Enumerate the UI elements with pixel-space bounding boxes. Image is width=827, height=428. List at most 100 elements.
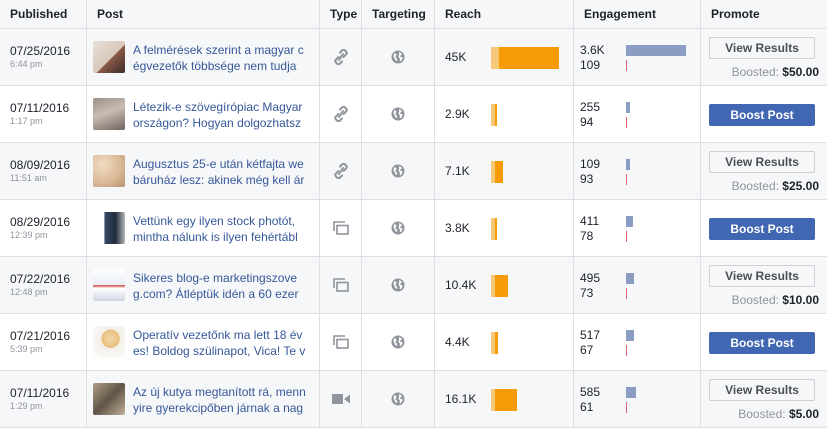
globe-icon[interactable]	[362, 257, 434, 313]
engagement-reactions: 109	[580, 58, 601, 72]
reach-bar[interactable]	[491, 389, 517, 411]
table-row[interactable]: 07/11/2016 1:17 pm Létezik-e szövegírópiac…	[0, 86, 827, 143]
engagement-bar-secondary	[626, 231, 627, 242]
promote-cell: View Results Boosted: $25.00	[701, 143, 827, 199]
reach-bar[interactable]	[491, 218, 497, 240]
reach-bar[interactable]	[491, 332, 498, 354]
published-date: 07/25/2016	[10, 44, 71, 58]
globe-icon[interactable]	[362, 143, 434, 199]
boosted-value: $50.00	[782, 65, 819, 79]
header-promote[interactable]: Promote	[701, 0, 827, 29]
engagement-bar[interactable]	[626, 102, 630, 113]
globe-icon[interactable]	[362, 86, 434, 142]
globe-icon[interactable]	[362, 371, 434, 427]
post-text-line-2[interactable]: báruház lesz: akinek még kell ár	[133, 172, 313, 188]
reach-bar-paid	[499, 47, 559, 69]
reach-cell: 45K	[435, 29, 574, 85]
globe-icon[interactable]	[362, 314, 434, 370]
post-link[interactable]: Létezik-e szövegírópiac Magyar országon? …	[133, 99, 313, 131]
header-post[interactable]: Post	[87, 0, 320, 29]
published-time: 5:39 pm	[10, 344, 43, 354]
post-link[interactable]: Az új kutya megtanított rá, menn yire gye…	[133, 384, 313, 416]
reach-bar[interactable]	[491, 161, 503, 183]
header-reach[interactable]: Reach	[435, 0, 574, 29]
post-link[interactable]: Augusztus 25-e után kétfajta we báruház l…	[133, 156, 313, 188]
post-text-line-2[interactable]: országon? Hogyan dolgozhatsz	[133, 115, 313, 131]
engagement-reactions: 93	[580, 172, 594, 186]
engagement-cell: 109 93	[574, 143, 701, 199]
post-thumbnail[interactable]	[93, 41, 125, 73]
post-text-line-1[interactable]: Az új kutya megtanított rá, menn	[133, 384, 313, 400]
post-link[interactable]: Vettünk egy ilyen stock photót, mintha ná…	[133, 213, 313, 245]
post-text-line-2[interactable]: yire gyerekcipőben járnak a nag	[133, 400, 313, 416]
table-row[interactable]: 07/21/2016 5:39 pm Operatív vezetőnk ma le…	[0, 314, 827, 371]
reach-bar-paid	[495, 389, 517, 411]
header-engagement[interactable]: Engagement	[574, 0, 701, 29]
post-cell: Sikeres blog-e marketingszove g.com? Átlé…	[87, 257, 320, 313]
globe-icon[interactable]	[362, 29, 434, 85]
post-link[interactable]: Sikeres blog-e marketingszove g.com? Átlé…	[133, 270, 313, 302]
boost-post-button[interactable]: Boost Post	[709, 218, 815, 240]
table-row[interactable]: 08/09/2016 11:51 am Augusztus 25-e után ké…	[0, 143, 827, 200]
view-results-button[interactable]: View Results	[709, 37, 815, 59]
post-cell: Operatív vezetőnk ma lett 18 év es! Boldo…	[87, 314, 320, 370]
post-text-line-1[interactable]: Augusztus 25-e után kétfajta we	[133, 156, 313, 172]
header-targeting[interactable]: Targeting	[362, 0, 435, 29]
table-row[interactable]: 07/22/2016 12:48 pm Sikeres blog-e marketi…	[0, 257, 827, 314]
post-text-line-1[interactable]: Létezik-e szövegírópiac Magyar	[133, 99, 313, 115]
post-thumbnail[interactable]	[93, 212, 125, 244]
type-cell	[320, 29, 362, 85]
engagement-bar[interactable]	[626, 330, 634, 341]
post-text-line-2[interactable]: g.com? Átléptük idén a 60 ezer	[133, 286, 313, 302]
post-text-line-2[interactable]: égvezetők többsége nem tudja	[133, 58, 313, 74]
reach-cell: 10.4K	[435, 257, 574, 313]
type-cell	[320, 257, 362, 313]
reach-bar[interactable]	[491, 275, 508, 297]
engagement-cell: 585 61	[574, 371, 701, 427]
post-link[interactable]: Operatív vezetőnk ma lett 18 év es! Boldo…	[133, 327, 313, 359]
engagement-bar[interactable]	[626, 273, 634, 284]
published-time: 12:48 pm	[10, 287, 48, 297]
engagement-bar[interactable]	[626, 216, 633, 227]
table-row[interactable]: 07/25/2016 6:44 pm A felmérések szerint a …	[0, 29, 827, 86]
header-published[interactable]: Published	[0, 0, 87, 29]
published-date: 07/21/2016	[10, 329, 71, 343]
post-text-line-1[interactable]: Operatív vezetőnk ma lett 18 év	[133, 327, 313, 343]
engagement-bar[interactable]	[626, 387, 636, 398]
boost-post-button[interactable]: Boost Post	[709, 332, 815, 354]
reach-bar[interactable]	[491, 104, 497, 126]
post-text-line-1[interactable]: A felmérések szerint a magyar c	[133, 42, 313, 58]
engagement-cell: 3.6K 109	[574, 29, 701, 85]
post-thumbnail[interactable]	[93, 326, 125, 358]
header-type[interactable]: Type	[320, 0, 362, 29]
photo-album-icon	[320, 257, 361, 313]
post-link[interactable]: A felmérések szerint a magyar c égvezetők…	[133, 42, 313, 74]
post-text-line-1[interactable]: Sikeres blog-e marketingszove	[133, 270, 313, 286]
globe-icon[interactable]	[362, 200, 434, 256]
post-thumbnail[interactable]	[93, 269, 125, 301]
published-cell: 07/22/2016 12:48 pm	[0, 257, 87, 313]
reach-cell: 7.1K	[435, 143, 574, 199]
reach-bar-organic	[491, 47, 499, 69]
post-thumbnail[interactable]	[93, 383, 125, 415]
engagement-bar[interactable]	[626, 45, 686, 56]
post-text-line-2[interactable]: mintha nálunk is ilyen fehértábl	[133, 229, 313, 245]
reach-bar[interactable]	[491, 47, 559, 69]
reach-bar-paid	[495, 218, 497, 240]
engagement-bar[interactable]	[626, 159, 630, 170]
post-text-line-1[interactable]: Vettünk egy ilyen stock photót,	[133, 213, 313, 229]
view-results-button[interactable]: View Results	[709, 151, 815, 173]
post-thumbnail[interactable]	[93, 98, 125, 130]
post-text-line-2[interactable]: es! Boldog szülinapot, Vica! Te v	[133, 343, 313, 359]
table-row[interactable]: 08/29/2016 12:39 pm Vettünk egy ilyen stoc…	[0, 200, 827, 257]
engagement-post-clicks: 109	[580, 157, 601, 171]
reach-value: 2.9K	[445, 107, 470, 121]
promote-cell: View Results Boosted: $10.00	[701, 257, 827, 313]
view-results-button[interactable]: View Results	[709, 379, 815, 401]
reach-value: 3.8K	[445, 221, 470, 235]
post-thumbnail[interactable]	[93, 155, 125, 187]
boosted-amount: Boosted: $50.00	[732, 65, 819, 79]
boost-post-button[interactable]: Boost Post	[709, 104, 815, 126]
table-row[interactable]: 07/11/2016 1:29 pm Az új kutya megtanított…	[0, 371, 827, 428]
view-results-button[interactable]: View Results	[709, 265, 815, 287]
